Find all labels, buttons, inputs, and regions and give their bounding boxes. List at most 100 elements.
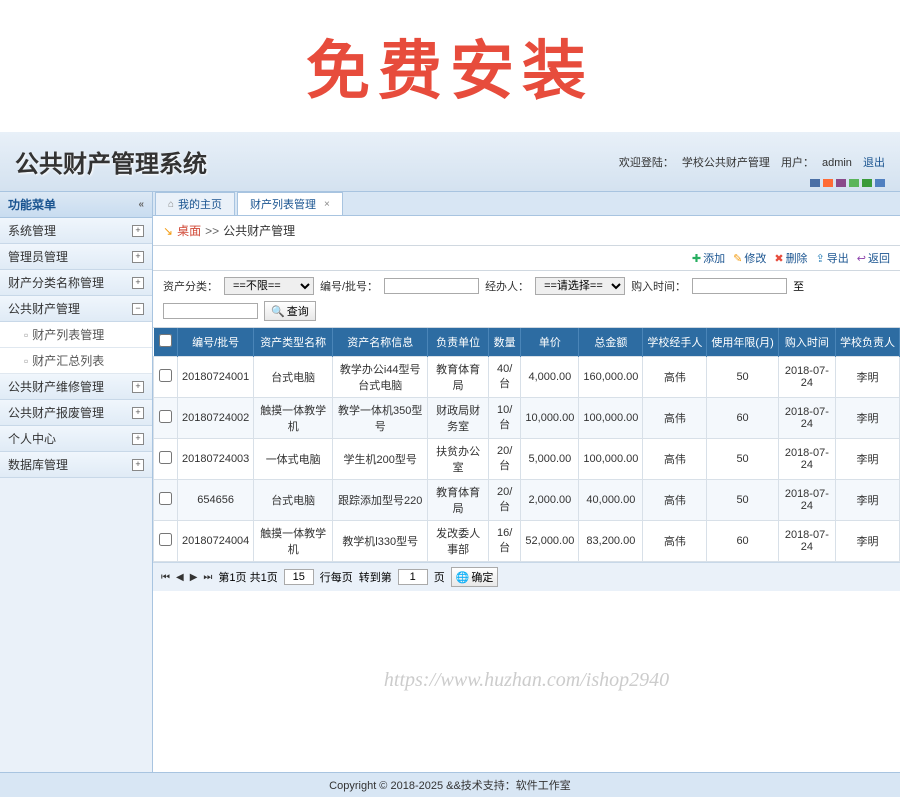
filter-bar: 资产分类： ==不限== 编号/批号： 经办人： ==请选择== 购入时间： 至…: [153, 271, 900, 328]
table-row[interactable]: 20180724004触摸一体教学机教学机l330型号发改委人事部16/台52,…: [154, 521, 900, 562]
handler-select[interactable]: ==请选择==: [535, 277, 625, 295]
close-icon[interactable]: ×: [324, 199, 330, 210]
welcome-name: 学校公共财产管理: [682, 157, 770, 169]
breadcrumb-home[interactable]: 桌面: [177, 222, 201, 239]
table-row[interactable]: 20180724002触摸一体教学机教学一体机350型号财政局财务室10/台10…: [154, 398, 900, 439]
export-icon: ⇪: [816, 252, 825, 265]
tab[interactable]: 财产列表管理×: [237, 192, 343, 215]
expand-toggle-icon[interactable]: [132, 433, 144, 445]
table-cell: 20180724004: [178, 521, 254, 562]
breadcrumb: ↘ 桌面 >> 公共财产管理: [153, 216, 900, 246]
sidebar-subitem[interactable]: 财产汇总列表: [0, 348, 152, 374]
table-cell: 40,000.00: [579, 480, 643, 521]
table-cell: 跟踪添加型号220: [333, 480, 428, 521]
collapse-icon[interactable]: «: [138, 199, 144, 210]
sidebar-item[interactable]: 公共财产管理: [0, 296, 152, 322]
logout-link[interactable]: 退出: [863, 157, 885, 169]
add-button[interactable]: ✚添加: [692, 250, 725, 266]
user-label: 用户：: [781, 157, 814, 169]
theme-color[interactable]: [810, 179, 820, 187]
sidebar-item[interactable]: 公共财产报废管理: [0, 400, 152, 426]
data-table: 编号/批号资产类型名称资产名称信息负责单位数量单价总金额学校经手人使用年限(月)…: [153, 328, 900, 562]
theme-color[interactable]: [836, 179, 846, 187]
table-row[interactable]: 654656台式电脑跟踪添加型号220教育体育局20/台2,000.0040,0…: [154, 480, 900, 521]
expand-toggle-icon[interactable]: [132, 277, 144, 289]
table-row[interactable]: 20180724003一体式电脑学生机200型号扶贫办公室20/台5,000.0…: [154, 439, 900, 480]
prev-page-button[interactable]: ◀: [176, 572, 184, 583]
table-cell: 教学一体机350型号: [333, 398, 428, 439]
last-page-button[interactable]: ⏭: [203, 572, 212, 583]
table-column-header: 使用年限(月): [707, 328, 778, 357]
table-cell: 50: [707, 439, 778, 480]
table-cell: 发改委人事部: [428, 521, 489, 562]
expand-toggle-icon[interactable]: [132, 225, 144, 237]
table-column-header: 数量: [488, 328, 520, 357]
expand-toggle-icon[interactable]: [132, 407, 144, 419]
breadcrumb-current: 公共财产管理: [223, 222, 295, 239]
table-cell: 触摸一体教学机: [254, 521, 333, 562]
menu-header-label: 功能菜单: [8, 196, 56, 213]
row-checkbox[interactable]: [159, 533, 172, 546]
table-row[interactable]: 20180724001台式电脑教学办公i44型号台式电脑教育体育局40/台4,0…: [154, 357, 900, 398]
expand-toggle-icon[interactable]: [132, 251, 144, 263]
goto-input[interactable]: [398, 569, 428, 585]
theme-color[interactable]: [823, 179, 833, 187]
table-cell: 教学办公i44型号台式电脑: [333, 357, 428, 398]
tabs: ⌂我的主页财产列表管理×: [153, 192, 900, 216]
menu-header: 功能菜单 «: [0, 192, 152, 218]
footer: Copyright © 2018-2025 &&技术支持：软件工作室: [0, 772, 900, 797]
main-container: 功能菜单 « 系统管理管理员管理财产分类名称管理公共财产管理财产列表管理财产汇总…: [0, 192, 900, 772]
home-icon: ⌂: [168, 199, 174, 210]
theme-color[interactable]: [862, 179, 872, 187]
search-icon: 🔍: [271, 305, 285, 318]
delete-button[interactable]: ✖删除: [774, 250, 807, 266]
query-button[interactable]: 🔍查询: [264, 301, 316, 321]
theme-color[interactable]: [875, 179, 885, 187]
sidebar-item[interactable]: 管理员管理: [0, 244, 152, 270]
code-input[interactable]: [384, 278, 479, 294]
row-checkbox[interactable]: [159, 369, 172, 382]
sidebar-item[interactable]: 财产分类名称管理: [0, 270, 152, 296]
toolbar: ✚添加 ✎修改 ✖删除 ⇪导出 ↩返回: [153, 246, 900, 271]
table-cell: 高伟: [643, 439, 707, 480]
select-all-checkbox[interactable]: [159, 334, 172, 347]
tab[interactable]: ⌂我的主页: [155, 192, 235, 215]
table-cell: 李明: [835, 480, 899, 521]
row-checkbox[interactable]: [159, 492, 172, 505]
export-button[interactable]: ⇪导出: [816, 250, 849, 266]
edit-button[interactable]: ✎修改: [733, 250, 766, 266]
theme-color[interactable]: [849, 179, 859, 187]
back-button[interactable]: ↩返回: [857, 250, 890, 266]
row-checkbox[interactable]: [159, 451, 172, 464]
breadcrumb-arrow-icon: ↘: [163, 224, 173, 238]
purchase-time-label: 购入时间：: [631, 278, 686, 294]
sidebar-subitem[interactable]: 财产列表管理: [0, 322, 152, 348]
table-cell: 654656: [178, 480, 254, 521]
expand-toggle-icon[interactable]: [132, 459, 144, 471]
date-to-input[interactable]: [163, 303, 258, 319]
breadcrumb-separator: >>: [205, 224, 219, 238]
table-cell: 一体式电脑: [254, 439, 333, 480]
date-from-input[interactable]: [692, 278, 787, 294]
sidebar-item[interactable]: 公共财产维修管理: [0, 374, 152, 400]
category-select[interactable]: ==不限==: [224, 277, 314, 295]
sidebar-item[interactable]: 系统管理: [0, 218, 152, 244]
sidebar-item-label: 个人中心: [8, 430, 56, 447]
expand-toggle-icon[interactable]: [132, 381, 144, 393]
collapse-toggle-icon[interactable]: [132, 303, 144, 315]
table-column-header: 资产类型名称: [254, 328, 333, 357]
row-checkbox[interactable]: [159, 410, 172, 423]
goto-confirm-button[interactable]: 🌐确定: [451, 567, 499, 587]
table-cell: 台式电脑: [254, 357, 333, 398]
next-page-button[interactable]: ▶: [190, 572, 198, 583]
table-cell: 学生机200型号: [333, 439, 428, 480]
table-cell: 财政局财务室: [428, 398, 489, 439]
table-cell: 83,200.00: [579, 521, 643, 562]
table-cell: 16/台: [488, 521, 520, 562]
table-cell: 40/台: [488, 357, 520, 398]
first-page-button[interactable]: ⏮: [161, 572, 170, 583]
sidebar-item[interactable]: 数据库管理: [0, 452, 152, 478]
sidebar-item[interactable]: 个人中心: [0, 426, 152, 452]
rows-per-page-input[interactable]: [284, 569, 314, 585]
table-column-header: 编号/批号: [178, 328, 254, 357]
